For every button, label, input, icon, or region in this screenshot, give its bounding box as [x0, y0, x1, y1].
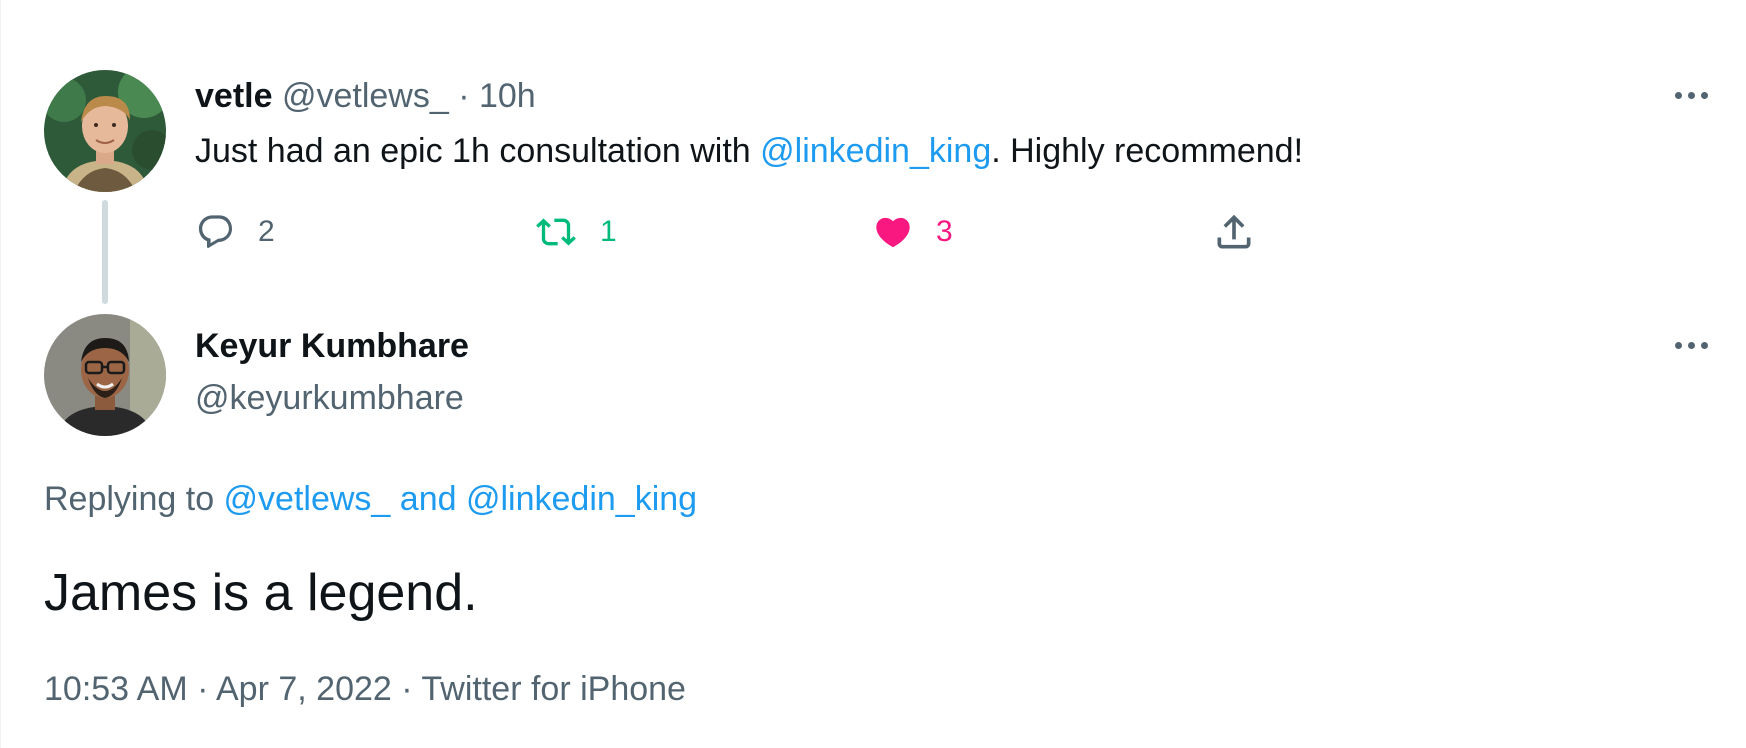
retweet-icon [536, 218, 576, 246]
retweet-button[interactable]: 1 [534, 208, 617, 256]
mention-link[interactable]: @linkedin_king [760, 132, 991, 170]
avatar-photo-icon [44, 70, 166, 192]
like-count: 3 [936, 215, 953, 248]
share-icon [1217, 214, 1251, 249]
reply-tweet-text: James is a legend. [44, 564, 478, 622]
more-dot [1688, 92, 1695, 99]
replying-to: Replying to @vetlews_ and @linkedin_king [44, 476, 697, 522]
retweet-count: 1 [600, 215, 617, 248]
more-horizontal-icon [1675, 342, 1682, 349]
timeline-border [0, 0, 1, 748]
tweet-metadata: 10:53 AM · Apr 7, 2022 · Twitter for iPh… [44, 666, 686, 712]
more-options-button[interactable] [1675, 92, 1708, 99]
author-name[interactable]: vetle [195, 77, 273, 115]
more-dot [1701, 342, 1708, 349]
author-handle[interactable]: @vetlews_ [282, 77, 449, 115]
tweet-source[interactable]: Twitter for iPhone [421, 670, 686, 708]
avatar-vetle[interactable] [44, 70, 166, 192]
tweet-time[interactable]: 10h [479, 77, 536, 115]
more-horizontal-icon [1675, 92, 1682, 99]
header-separator: · [458, 77, 470, 115]
reply-author-handle[interactable]: @keyurkumbhare [195, 376, 464, 420]
more-dot [1688, 342, 1695, 349]
reply-author-name[interactable]: Keyur Kumbhare [195, 324, 469, 368]
meta-separator: · [391, 670, 422, 708]
share-button[interactable] [1212, 208, 1256, 256]
reply-count: 2 [258, 215, 275, 248]
reply-icon [198, 215, 233, 248]
tweet-text-start: Just had an epic 1h consultation with [195, 132, 761, 170]
tweet-date[interactable]: Apr 7, 2022 [216, 670, 392, 708]
avatar-photo-icon [44, 314, 166, 436]
reply-button[interactable]: 2 [196, 208, 275, 256]
tweet-header: vetle @vetlews_ · 10h [195, 74, 536, 118]
thread-connector-line [102, 200, 108, 304]
more-options-button[interactable] [1675, 342, 1708, 349]
avatar-keyur[interactable] [44, 314, 166, 436]
tweet-timestamp[interactable]: 10:53 AM [44, 670, 188, 708]
heart-filled-icon [876, 217, 910, 248]
replying-prefix: Replying to [44, 480, 224, 518]
more-dot [1701, 92, 1708, 99]
tweet-text-end: . Highly recommend! [991, 132, 1304, 170]
replying-mention-vetlews[interactable]: @vetlews_ [224, 480, 391, 518]
replying-and: and [390, 480, 466, 518]
tweet-text: Just had an epic 1h consultation with @l… [195, 128, 1303, 174]
like-button[interactable]: 3 [872, 208, 953, 256]
meta-separator: · [187, 670, 216, 708]
replying-mention-linkedin-king[interactable]: @linkedin_king [466, 480, 697, 518]
